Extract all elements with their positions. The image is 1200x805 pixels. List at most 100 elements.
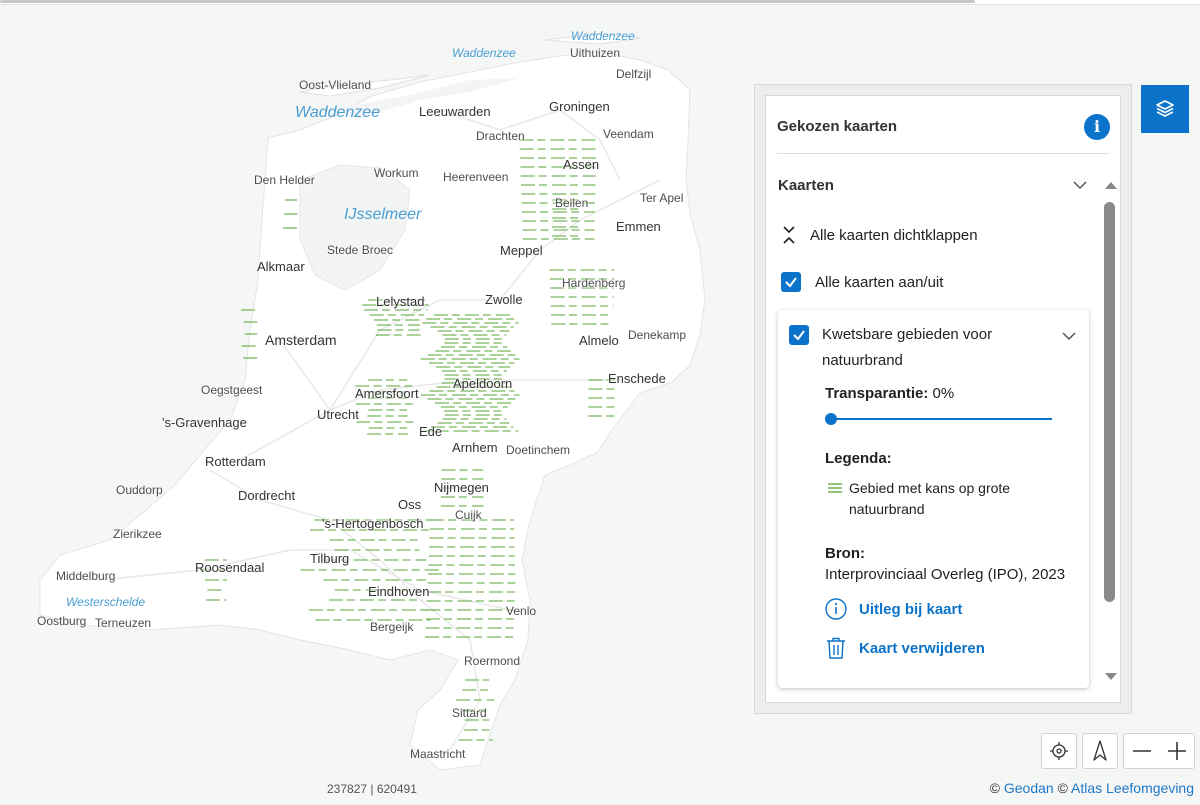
water-label: Waddenzee [452,46,516,60]
compass-button[interactable] [1082,733,1118,769]
city-label: Ter Apel [640,191,684,205]
city-label: Hardenberg [562,276,626,290]
city-label: Sittard [452,706,487,720]
city-label: Tilburg [310,551,350,566]
chosen-maps-panel: Gekozen kaarten i Kaarten Alle kaarten d… [765,95,1121,703]
map-attribution: © Geodan © Atlas Leefomgeving [990,780,1194,796]
panel-title: Gekozen kaarten [777,118,898,135]
north-arrow-icon [1093,740,1107,761]
city-label: Maastricht [410,747,466,761]
city-label: Drachten [476,129,525,143]
city-label: Roosendaal [195,560,265,575]
collapse-all-button[interactable]: Alle kaarten dichtklappen [782,224,978,246]
copyright-2: © [1057,780,1068,796]
city-label: Emmen [616,219,661,234]
city-label: Rotterdam [205,454,266,469]
city-label: Groningen [549,99,610,114]
geodan-link[interactable]: Geodan [1004,780,1054,796]
city-label: Doetinchem [506,443,571,457]
city-label: Enschede [608,371,666,386]
city-label: Nijmegen [434,480,489,495]
copyright-1: © [989,780,1000,796]
source-value: Interprovinciaal Overleg (IPO), 2023 [825,566,1066,583]
locate-button[interactable] [1041,733,1077,769]
city-label: Assen [563,157,600,172]
city-label: Stede Broec [327,243,394,257]
city-label: Zierikzee [113,527,162,541]
trash-icon [827,637,845,659]
section-kaarten[interactable]: Kaarten [778,177,834,194]
info-icon[interactable]: i [1084,114,1110,140]
remove-map-link[interactable]: Kaart verwijderen [826,637,985,659]
city-label: Arnhem [452,440,498,455]
city-label: Oegstgeest [201,383,263,397]
atlas-leefomgeving-link[interactable]: Atlas Leefomgeving [1071,780,1194,796]
chevron-down-icon[interactable] [1061,328,1077,344]
city-label: Delfzijl [616,67,652,81]
city-label: 's-Gravenhage [162,415,247,430]
layers-button[interactable] [1141,85,1189,133]
chevron-down-icon[interactable] [1072,177,1088,193]
explain-map-link[interactable]: Uitleg bij kaart [824,597,962,621]
city-label: Venlo [506,604,537,618]
zoom-out-icon[interactable] [1131,740,1153,762]
city-label: Den Helder [254,173,315,187]
city-label: Ede [419,424,443,439]
collapse-icon [783,226,795,244]
water-label: Waddenzee [571,29,635,43]
explain-map-label: Uitleg bij kaart [859,600,963,618]
zoom-in-icon[interactable] [1166,740,1188,762]
water-label: Westerschelde [66,595,146,609]
layer-checkbox[interactable] [789,325,809,345]
city-label: Amersfoort [355,386,419,401]
layer-title: Kwetsbare gebieden voor natuurbrand [822,326,993,369]
transparency-heading: Transparantie: [825,385,929,402]
city-label: Leeuwarden [419,104,491,119]
city-label: Alkmaar [257,259,305,274]
transparency-slider[interactable] [830,418,1052,420]
water-label: Waddenzee [295,104,381,121]
city-label: 's-Hertogenbosch [322,516,424,531]
toggle-all-maps[interactable]: Alle kaarten aan/uit [781,272,943,292]
coordinate-readout: 237827 | 620491 [327,782,417,796]
legend-item-label: Gebied met kans op grote natuurbrand [849,480,1011,517]
city-label: Oostburg [37,614,87,628]
scrollbar-thumb[interactable] [1104,202,1115,602]
city-label: Bergeijk [370,620,414,634]
legend-swatch [828,483,842,493]
zoom-controls [1123,733,1195,769]
info-outline-icon [825,598,847,620]
layer-card: Kwetsbare gebieden voor natuurbrand Tran… [778,310,1089,688]
city-label: Ouddorp [116,483,163,497]
checkmark-icon [785,277,797,288]
remove-map-label: Kaart verwijderen [859,639,985,657]
collapse-all-label: Alle kaarten dichtklappen [810,226,978,244]
city-label: Lelystad [376,294,425,309]
city-label: Oost-Vlieland [299,78,372,92]
toggle-all-label: Alle kaarten aan/uit [815,273,944,291]
city-label: Denekamp [628,328,687,342]
transparency-slider-handle[interactable] [825,413,837,425]
city-label: Utrecht [317,407,359,422]
transparency-label: Transparantie: 0% [825,385,954,402]
city-label: Workum [374,166,419,180]
city-label: Roermond [464,654,521,668]
top-scrollbar-thumb[interactable] [0,0,975,3]
city-label: Oss [398,497,422,512]
checkmark-icon [793,330,805,341]
city-label: Eindhoven [368,584,430,599]
layers-icon [1156,100,1174,117]
crosshair-icon [1050,742,1068,760]
water-label: IJsselmeer [344,206,422,223]
city-label: Heerenveen [443,170,509,184]
scroll-up-arrow[interactable] [1105,182,1117,189]
toggle-all-checkbox[interactable] [781,272,801,292]
city-label: Middelburg [56,569,116,583]
source-heading: Bron: [825,545,865,562]
city-label: Terneuzen [95,616,152,630]
city-label: Apeldoorn [453,376,513,391]
city-label: Uithuizen [570,46,621,60]
scroll-down-arrow[interactable] [1105,673,1117,680]
top-scrollbar[interactable] [0,0,1200,5]
city-label: Meppel [500,243,543,258]
